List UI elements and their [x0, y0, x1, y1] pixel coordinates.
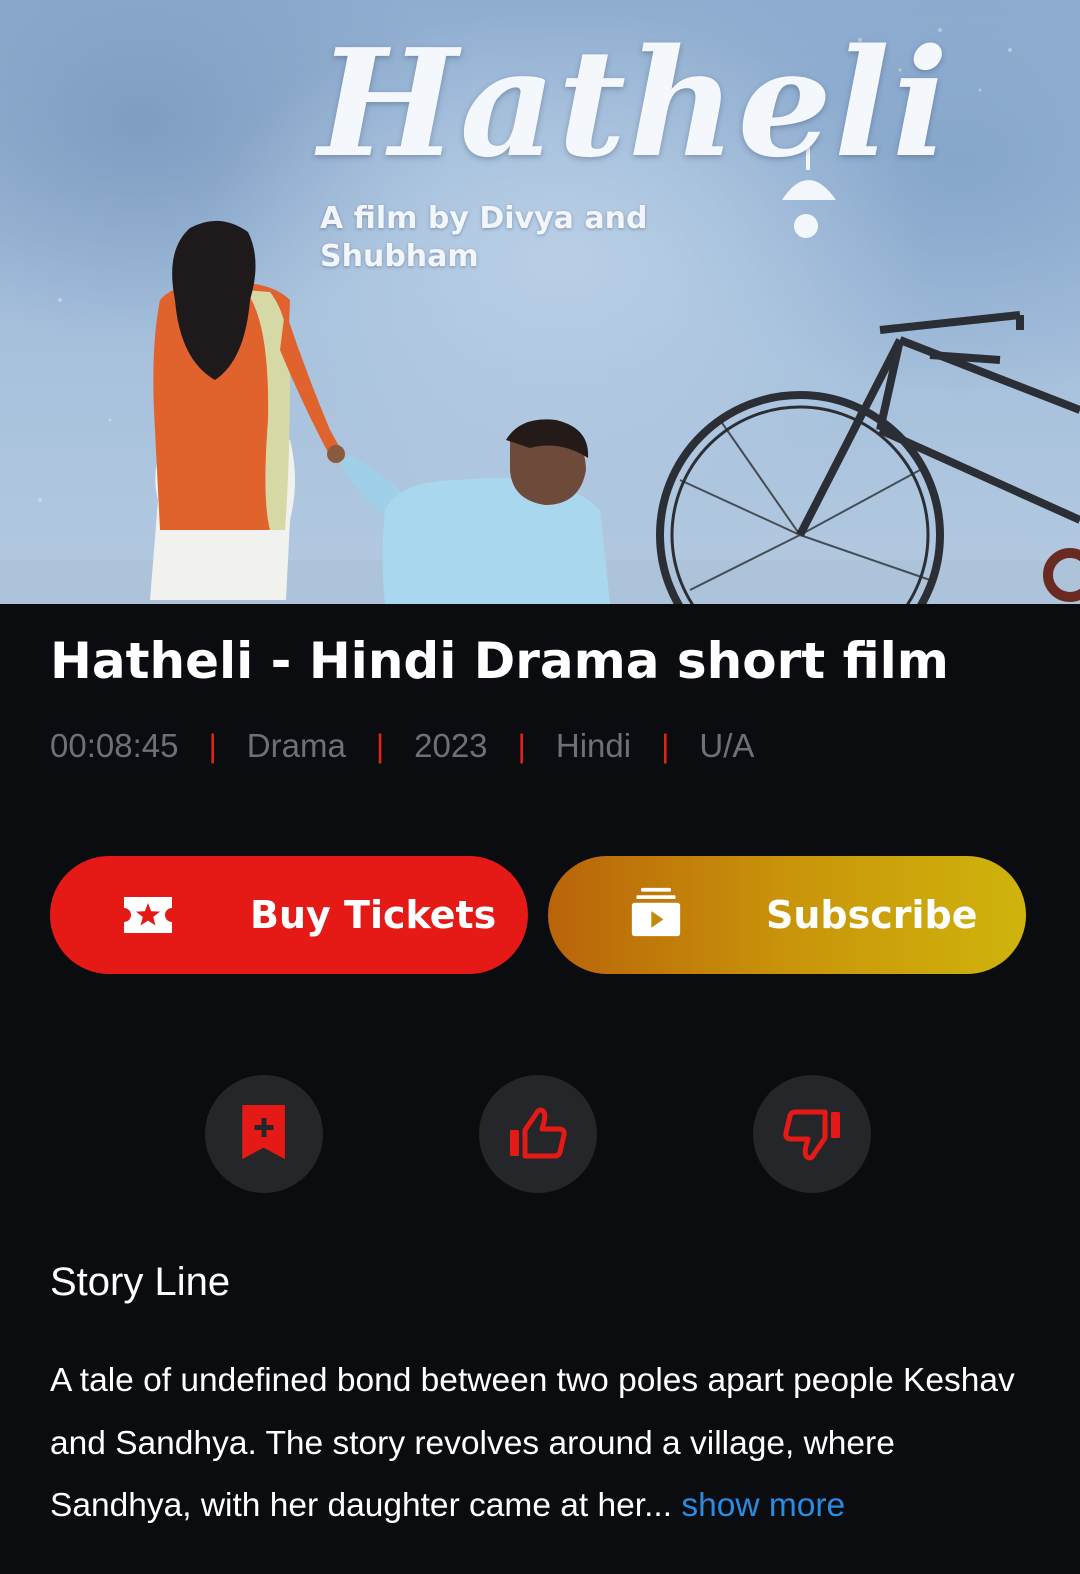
story-line-text: A tale of undefined bond between two pol…	[50, 1350, 1040, 1538]
year-text: 2023	[414, 727, 488, 764]
duration-text: 00:08:45	[50, 727, 179, 764]
meta-separator: |	[375, 727, 385, 764]
bookmark-add-icon	[242, 1105, 285, 1160]
buy-tickets-button[interactable]: Buy Tickets	[50, 856, 528, 974]
show-more-link[interactable]: show more	[681, 1487, 845, 1524]
thumbs-down-icon	[783, 1109, 840, 1161]
like-button[interactable]	[479, 1075, 597, 1193]
subscription-play-icon	[631, 887, 681, 937]
meta-separator: |	[661, 727, 670, 764]
genre-text: Drama	[246, 727, 346, 764]
rating-text: U/A	[699, 727, 755, 764]
story-line-heading: Story Line	[50, 1260, 231, 1304]
story-ellipsis: ...	[644, 1487, 673, 1524]
buy-tickets-label: Buy Tickets	[250, 893, 497, 937]
film-title: Hatheli - Hindi Drama short film	[50, 632, 949, 690]
ticket-star-icon	[124, 897, 172, 933]
dislike-button[interactable]	[753, 1075, 871, 1193]
meta-separator: |	[208, 727, 217, 764]
poster-title-art: Hatheli	[318, 16, 951, 190]
language-text: Hindi	[555, 727, 632, 764]
poster-credit-art: A film by Divya and Shubham	[320, 201, 648, 274]
meta-separator: |	[517, 727, 526, 764]
subscribe-label: Subscribe	[766, 893, 978, 937]
subscribe-button[interactable]: Subscribe	[548, 856, 1026, 974]
thumbs-up-icon	[510, 1107, 567, 1159]
story-description: A tale of undefined bond between two pol…	[50, 1362, 1015, 1524]
film-meta-row: 00:08:45 | Drama | 2023 | Hindi | U/A	[50, 724, 1050, 768]
add-to-watchlist-button[interactable]	[205, 1075, 323, 1193]
woman-figure	[150, 220, 345, 600]
poster-image: Hatheli A film by Divya and Shubham	[0, 0, 1080, 604]
